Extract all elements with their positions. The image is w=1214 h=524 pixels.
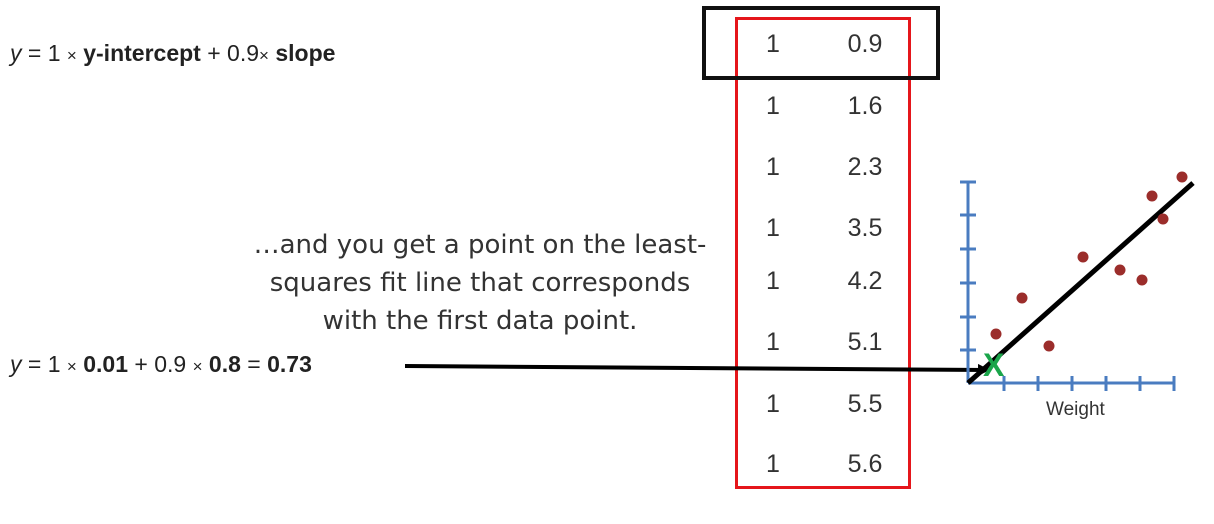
data-point	[1114, 264, 1126, 276]
diagram-graphics: X Weight	[404, 171, 1195, 420]
data-point	[1146, 190, 1158, 202]
predicted-point-marker: X	[983, 347, 1005, 383]
data-point	[1136, 274, 1148, 286]
data-points	[990, 171, 1188, 352]
pointer-arrow	[404, 363, 990, 376]
data-point	[1043, 340, 1055, 352]
data-point	[1016, 292, 1028, 304]
data-point	[990, 328, 1002, 340]
data-point	[1077, 251, 1089, 263]
data-point	[1176, 171, 1188, 183]
x-axis-label: Weight	[1046, 399, 1106, 420]
data-point	[1157, 213, 1169, 225]
